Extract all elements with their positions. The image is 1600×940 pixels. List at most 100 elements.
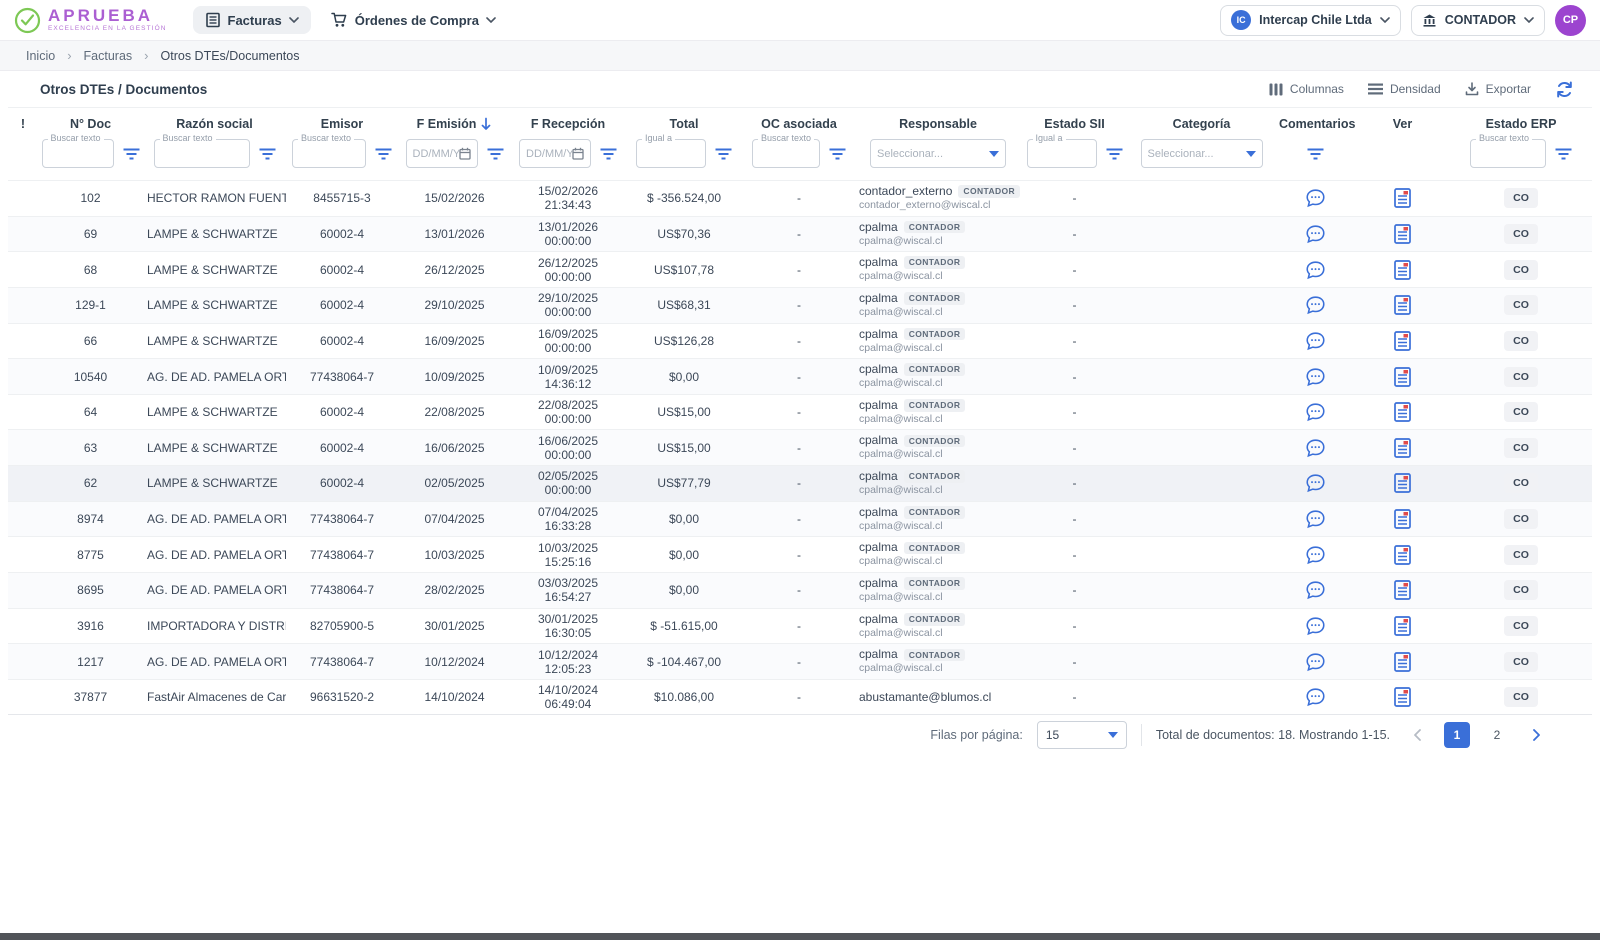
density-button[interactable]: Densidad — [1368, 82, 1441, 96]
table-row[interactable]: 37877FastAir Almacenes de Carga96631520-… — [8, 679, 1592, 714]
responsable-select[interactable]: Seleccionar... — [870, 139, 1006, 168]
column-header-femision[interactable]: F Emisión — [398, 108, 511, 136]
table-row[interactable]: 66LAMPE & SCHWARTZE60002-416/09/202516/0… — [8, 323, 1592, 359]
ndoc-filter-input[interactable]: Buscar texto — [42, 139, 114, 168]
view-document-icon[interactable] — [1394, 652, 1411, 672]
filter-icon[interactable] — [600, 148, 617, 160]
view-document-icon[interactable] — [1394, 260, 1411, 280]
column-header-oc[interactable]: OC asociada — [743, 108, 855, 136]
estado-sii-filter-input[interactable]: Igual a — [1027, 139, 1097, 168]
comments-icon[interactable] — [1305, 402, 1326, 422]
page-1-button[interactable]: 1 — [1444, 722, 1470, 748]
refresh-button[interactable] — [1555, 80, 1574, 99]
breadcrumb-inicio[interactable]: Inicio — [26, 49, 55, 63]
oc-filter-input[interactable]: Buscar texto — [752, 139, 820, 168]
view-document-icon[interactable] — [1394, 509, 1411, 529]
table-row[interactable]: 63LAMPE & SCHWARTZE60002-416/06/202516/0… — [8, 430, 1592, 466]
comments-icon[interactable] — [1305, 616, 1326, 636]
table-row[interactable]: 62LAMPE & SCHWARTZE60002-402/05/202502/0… — [8, 466, 1592, 502]
role-selector[interactable]: CONTADOR — [1411, 5, 1545, 36]
filter-icon[interactable] — [1555, 148, 1572, 160]
column-header-total[interactable]: Total — [625, 108, 743, 136]
femision-date-input[interactable]: DD/MM/Y — [406, 139, 478, 168]
comments-icon[interactable] — [1305, 188, 1326, 208]
column-header-estado-erp[interactable]: Estado ERP — [1450, 108, 1592, 136]
view-document-icon[interactable] — [1394, 438, 1411, 458]
table-row[interactable]: 64LAMPE & SCHWARTZE60002-422/08/202522/0… — [8, 394, 1592, 430]
comments-icon[interactable] — [1305, 580, 1326, 600]
table-row[interactable]: 69LAMPE & SCHWARTZE60002-413/01/202613/0… — [8, 216, 1592, 252]
table-row[interactable]: 8695AG. DE AD. PAMELA ORTEGA77438064-728… — [8, 573, 1592, 609]
next-page-button[interactable] — [1524, 722, 1550, 748]
table-row[interactable]: 3916IMPORTADORA Y DISTRIBUI82705900-530/… — [8, 608, 1592, 644]
view-document-icon[interactable] — [1394, 473, 1411, 493]
column-header-frecepcion[interactable]: F Recepción — [511, 108, 625, 136]
rows-per-page-select[interactable]: 15 — [1037, 721, 1127, 749]
view-document-icon[interactable] — [1394, 331, 1411, 351]
column-header-razon[interactable]: Razón social — [143, 108, 286, 136]
estado-erp-filter-input[interactable]: Buscar texto — [1470, 139, 1546, 168]
razon-filter-input[interactable]: Buscar texto — [154, 139, 250, 168]
column-header-emisor[interactable]: Emisor — [286, 108, 398, 136]
table-row[interactable]: 102HECTOR RAMON FUENTES N8455715-315/02/… — [8, 181, 1592, 217]
table-row[interactable]: 1217AG. DE AD. PAMELA ORTEGA77438064-710… — [8, 644, 1592, 680]
page-2-button[interactable]: 2 — [1484, 722, 1510, 748]
export-button[interactable]: Exportar — [1465, 82, 1531, 96]
filter-icon[interactable] — [487, 148, 504, 160]
categoria — [1128, 181, 1275, 217]
calendar-icon[interactable] — [459, 147, 471, 160]
comments-icon[interactable] — [1305, 473, 1326, 493]
table-row[interactable]: 129-1LAMPE & SCHWARTZE60002-429/10/20252… — [8, 287, 1592, 323]
table-row[interactable]: 10540AG. DE AD. PAMELA ORTEGA77438064-71… — [8, 359, 1592, 395]
column-header-comentarios[interactable]: Comentarios — [1275, 108, 1355, 136]
nav-ordenes-compra[interactable]: Órdenes de Compra — [319, 6, 508, 34]
prev-page-button[interactable] — [1404, 722, 1430, 748]
comments-icon[interactable] — [1305, 545, 1326, 565]
view-document-icon[interactable] — [1394, 580, 1411, 600]
columns-button[interactable]: Columnas — [1269, 82, 1344, 96]
column-header-ndoc[interactable]: N° Doc — [38, 108, 143, 136]
emisor-filter-input[interactable]: Buscar texto — [292, 139, 366, 168]
filter-icon[interactable] — [829, 148, 846, 160]
filter-icon[interactable] — [259, 148, 276, 160]
comments-icon[interactable] — [1305, 260, 1326, 280]
filter-icon[interactable] — [375, 148, 392, 160]
filter-icon[interactable] — [1307, 148, 1324, 160]
company-selector[interactable]: IC Intercap Chile Ltda — [1220, 5, 1401, 36]
nav-facturas[interactable]: Facturas — [193, 6, 311, 34]
bottom-scrollbar[interactable] — [0, 933, 1600, 940]
breadcrumb-facturas[interactable]: Facturas — [84, 49, 133, 63]
column-header-responsable[interactable]: Responsable — [855, 108, 1021, 136]
column-header-categoria[interactable]: Categoría — [1128, 108, 1275, 136]
table-row[interactable]: 8974AG. DE AD. PAMELA ORTEGA77438064-707… — [8, 501, 1592, 537]
comments-icon[interactable] — [1305, 295, 1326, 315]
comments-icon[interactable] — [1305, 224, 1326, 244]
categoria-select[interactable]: Seleccionar... — [1141, 139, 1263, 168]
user-avatar[interactable]: CP — [1555, 5, 1586, 36]
view-document-icon[interactable] — [1394, 616, 1411, 636]
comments-icon[interactable] — [1305, 652, 1326, 672]
column-header-estado-sii[interactable]: Estado SII — [1021, 108, 1128, 136]
calendar-icon[interactable] — [572, 147, 584, 160]
view-document-icon[interactable] — [1394, 295, 1411, 315]
comments-icon[interactable] — [1305, 438, 1326, 458]
filter-icon[interactable] — [123, 148, 140, 160]
filter-icon[interactable] — [715, 148, 732, 160]
filter-icon[interactable] — [1106, 148, 1123, 160]
table-row[interactable]: 8775AG. DE AD. PAMELA ORTEGA77438064-710… — [8, 537, 1592, 573]
view-document-icon[interactable] — [1394, 687, 1411, 707]
frecepcion-date-input[interactable]: DD/MM/Y — [519, 139, 591, 168]
comments-icon[interactable] — [1305, 331, 1326, 351]
column-header-ver[interactable]: Ver — [1355, 108, 1450, 136]
view-document-icon[interactable] — [1394, 188, 1411, 208]
view-document-icon[interactable] — [1394, 402, 1411, 422]
comments-icon[interactable] — [1305, 367, 1326, 387]
view-document-icon[interactable] — [1394, 367, 1411, 387]
table-row[interactable]: 68LAMPE & SCHWARTZE60002-426/12/202526/1… — [8, 252, 1592, 288]
total-filter-input[interactable]: Igual a — [636, 139, 706, 168]
view-document-icon[interactable] — [1394, 224, 1411, 244]
view-document-icon[interactable] — [1394, 545, 1411, 565]
column-header-alert[interactable]: ! — [8, 108, 38, 136]
comments-icon[interactable] — [1305, 509, 1326, 529]
comments-icon[interactable] — [1305, 687, 1326, 707]
